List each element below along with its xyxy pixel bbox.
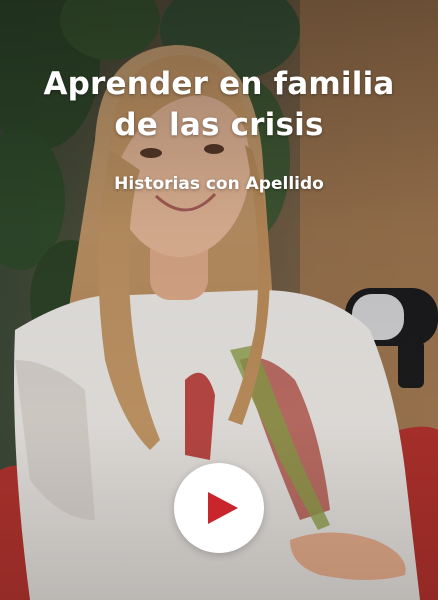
play-icon xyxy=(208,492,238,524)
series-name: Historias con Apellido xyxy=(114,174,324,194)
play-button[interactable] xyxy=(174,463,264,553)
video-title: Aprender en familia de las crisis xyxy=(43,66,395,143)
video-card[interactable]: Aprender en familia de las crisis Histor… xyxy=(0,0,438,600)
